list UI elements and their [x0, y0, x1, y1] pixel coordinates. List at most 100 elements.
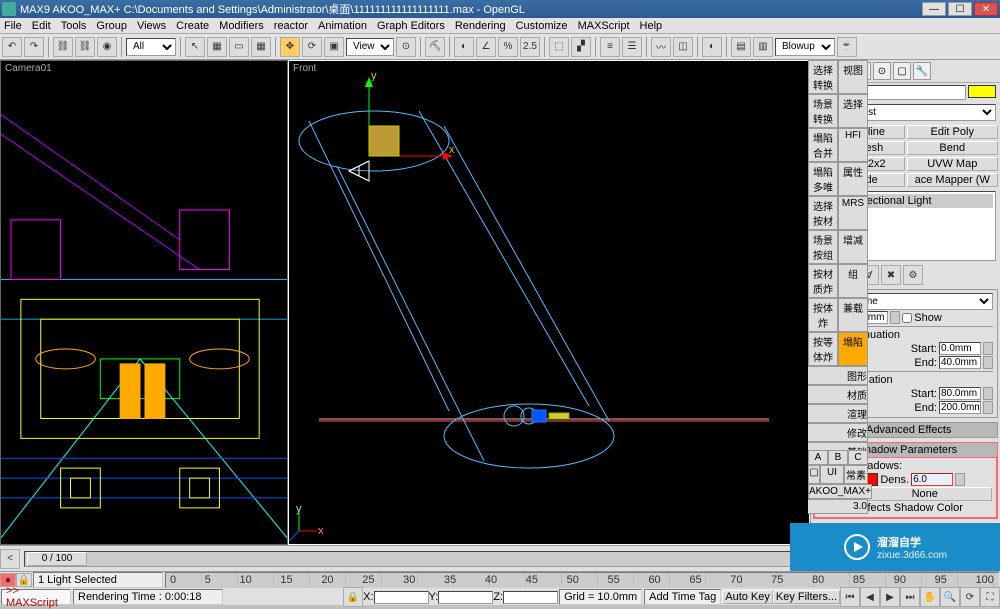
menu-customize[interactable]: Customize	[516, 20, 568, 32]
selection-filter[interactable]: All	[126, 38, 176, 56]
z-field[interactable]	[503, 591, 558, 604]
material-editor-button[interactable]: ◐	[702, 37, 722, 57]
snap-button[interactable]: ◐	[454, 37, 474, 57]
mod-btn-facemapper[interactable]: ace Mapper (W	[907, 173, 999, 187]
render-scene-button[interactable]: ▤	[731, 37, 751, 57]
object-color-swatch[interactable]	[968, 85, 996, 98]
menu-modifiers[interactable]: Modifiers	[219, 20, 264, 32]
curve-editor-button[interactable]: 〰	[651, 37, 671, 57]
time-prev-button[interactable]: <	[0, 549, 20, 569]
near-end-field[interactable]	[939, 356, 981, 369]
layer-button[interactable]: ☰	[622, 37, 642, 57]
named-selection-button[interactable]: ⬚	[549, 37, 569, 57]
maximize-button[interactable]: ☐	[948, 2, 972, 16]
scale-button[interactable]: ▣	[324, 37, 344, 57]
keyfilters-button[interactable]: Key Filters...	[773, 590, 840, 604]
motion-tab-icon[interactable]: ⊙	[873, 62, 891, 80]
move-button[interactable]: ✥	[280, 37, 300, 57]
redo-button[interactable]: ↷	[24, 37, 44, 57]
configure-sets-button[interactable]: ⚙	[903, 265, 923, 285]
menu-create[interactable]: Create	[176, 20, 209, 32]
angle-snap-button[interactable]: ∠	[476, 37, 496, 57]
select-name-button[interactable]: ▦	[207, 37, 227, 57]
y-field[interactable]	[438, 591, 493, 604]
status-bar: ● 🔒 1 Light Selected 0510152025303540455…	[0, 571, 1000, 605]
teapot-render-button[interactable]: ☕	[837, 37, 857, 57]
ref-coord-dropdown[interactable]: View	[346, 38, 394, 56]
menu-maxscript[interactable]: MAXScript	[578, 20, 630, 32]
viewport-camera01[interactable]: Camera01	[0, 60, 288, 545]
mirror-button[interactable]: ▞	[571, 37, 591, 57]
undo-button[interactable]: ↶	[2, 37, 22, 57]
shadow-map-button[interactable]: None	[857, 487, 992, 501]
bind-button[interactable]: ◉	[97, 37, 117, 57]
menu-rendering[interactable]: Rendering	[455, 20, 506, 32]
play-button[interactable]: ▶	[880, 587, 900, 607]
maxscript-prompt[interactable]: >> MAXScript	[1, 589, 71, 605]
nav-orbit-icon[interactable]: ⟳	[960, 587, 980, 607]
lock-xyz-icon[interactable]: 🔒	[343, 587, 363, 607]
autokey-button[interactable]: Auto Key	[722, 590, 773, 604]
link-button[interactable]: ⛓	[53, 37, 73, 57]
manipulate-button[interactable]: ⛏	[425, 37, 445, 57]
svg-text:x: x	[449, 144, 455, 156]
center-button[interactable]: ⊙	[396, 37, 416, 57]
play-fwd-button[interactable]: ⏭	[900, 587, 920, 607]
rect-select-button[interactable]: ▭	[229, 37, 249, 57]
rotate-button[interactable]: ⟳	[302, 37, 322, 57]
mod-btn-edit-poly[interactable]: Edit Poly	[907, 125, 999, 139]
far-end-field[interactable]	[939, 401, 981, 414]
decay-type-dropdown[interactable]: None	[847, 293, 993, 310]
utilities-tab-icon[interactable]: 🔧	[913, 62, 931, 80]
close-button[interactable]: ✕	[974, 2, 998, 16]
menu-group[interactable]: Group	[96, 20, 127, 32]
grid-status: Grid = 10.0mm	[559, 589, 642, 605]
menu-animation[interactable]: Animation	[318, 20, 367, 32]
viewport-front[interactable]: Front y x	[288, 60, 810, 545]
density-field[interactable]	[911, 473, 953, 486]
schematic-button[interactable]: ◫	[673, 37, 693, 57]
menu-tools[interactable]: Tools	[61, 20, 87, 32]
unlink-button[interactable]: ⛓	[75, 37, 95, 57]
render-time-status: Rendering Time : 0:00:18	[73, 589, 223, 605]
track-bar[interactable]: 0510152025303540455055606570758085909510…	[165, 572, 999, 588]
mod-btn-uvw[interactable]: UVW Map	[907, 157, 999, 171]
add-time-tag[interactable]: Add Time Tag	[644, 589, 721, 605]
menu-edit[interactable]: Edit	[32, 20, 51, 32]
select-button[interactable]: ↖	[185, 37, 205, 57]
menu-reactor[interactable]: reactor	[274, 20, 308, 32]
align-button[interactable]: ≡	[600, 37, 620, 57]
x-field[interactable]	[374, 591, 429, 604]
title-bar: MAX9 AKOO_MAX+ C:\Documents and Settings…	[0, 0, 1000, 18]
menu-help[interactable]: Help	[640, 20, 663, 32]
spinner-snap-button[interactable]: 2.5	[520, 37, 540, 57]
svg-text:y: y	[371, 70, 377, 82]
far-start-field[interactable]	[939, 387, 981, 400]
menu-bar: File Edit Tools Group Views Create Modif…	[0, 18, 1000, 34]
display-tab-icon[interactable]: ▢	[893, 62, 911, 80]
decay-show-check[interactable]	[902, 313, 912, 323]
percent-snap-button[interactable]: %	[498, 37, 518, 57]
nav-max-icon[interactable]: ⛶	[980, 587, 1000, 607]
cn-bottom-panel: A B C ▢ UI 常素 AKOO_MAX+	[808, 450, 868, 499]
play-back-button[interactable]: ◀	[860, 587, 880, 607]
nav-pan-icon[interactable]: ✋	[920, 587, 940, 607]
play-prev-button[interactable]: ⏮	[840, 587, 860, 607]
spinner-icon[interactable]	[890, 311, 900, 324]
window-crossing-button[interactable]: ▦	[251, 37, 271, 57]
mod-btn-bend[interactable]: Bend	[907, 141, 999, 155]
svg-text:y: y	[296, 503, 302, 515]
remove-modifier-button[interactable]: ✖	[881, 265, 901, 285]
time-handle[interactable]: 0 / 100	[27, 552, 87, 566]
window-title: MAX9 AKOO_MAX+ C:\Documents and Settings…	[20, 1, 922, 17]
cn-btn[interactable]: 选择转换	[808, 60, 838, 94]
menu-views[interactable]: Views	[137, 20, 166, 32]
svg-text:x: x	[318, 525, 324, 537]
nav-zoom-icon[interactable]: 🔍	[940, 587, 960, 607]
near-start-field[interactable]	[939, 342, 981, 355]
menu-file[interactable]: File	[4, 20, 22, 32]
quick-render-button[interactable]: ▥	[753, 37, 773, 57]
menu-graph-editors[interactable]: Graph Editors	[377, 20, 445, 32]
render-type-dropdown[interactable]: Blowup	[775, 38, 835, 56]
minimize-button[interactable]: —	[922, 2, 946, 16]
